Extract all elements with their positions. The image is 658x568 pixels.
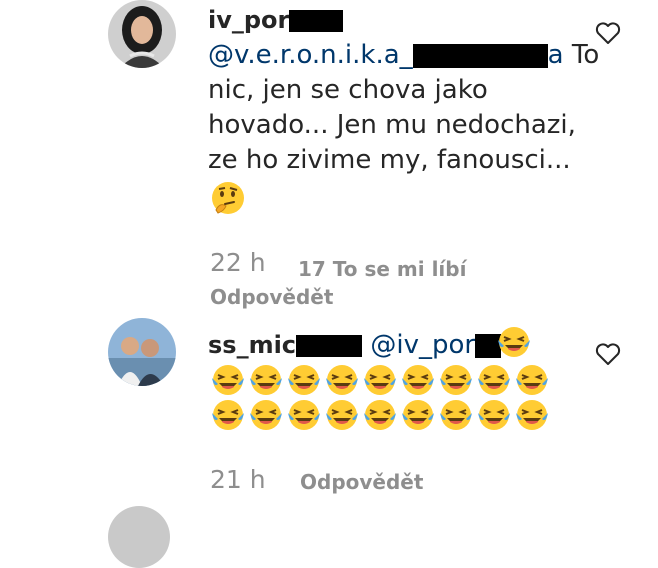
laughing-tears-emoji xyxy=(478,400,510,430)
avatar[interactable] xyxy=(108,0,176,68)
comment-text: @v.e.r.o.n.i.k.a_ a To nic, jen se chova … xyxy=(208,38,599,178)
laughing-tears-emoji xyxy=(498,327,530,357)
comment-likes[interactable]: 17 To se mi líbí xyxy=(298,253,466,282)
laughing-tears-emoji xyxy=(440,365,472,395)
redaction-bar xyxy=(412,43,548,68)
comment-username[interactable]: iv_por xyxy=(208,6,344,34)
redaction-bar xyxy=(296,335,363,357)
heart-icon[interactable] xyxy=(595,342,621,366)
laughing-tears-emoji xyxy=(440,400,472,430)
mention-link[interactable]: @v.e.r.o.n.i.k.a_ a xyxy=(208,40,564,70)
mention-link[interactable]: @iv_porr xyxy=(370,330,511,360)
comment-text-line: ze ho zivime my, fanousci... xyxy=(208,145,571,175)
reply-button[interactable]: Odpovědět xyxy=(300,470,423,494)
laughing-tears-emoji xyxy=(516,365,548,395)
laughing-tears-emoji xyxy=(250,400,282,430)
comment-text-line: nic, jen se chova jako xyxy=(208,75,488,105)
laughing-tears-emoji xyxy=(364,365,396,395)
laughing-tears-emoji xyxy=(402,365,434,395)
laughing-tears-emoji xyxy=(288,365,320,395)
emoji-row xyxy=(210,397,550,433)
avatar[interactable] xyxy=(108,506,170,568)
emoji-row xyxy=(210,362,550,398)
comment-time: 22 h xyxy=(210,248,266,277)
laughing-tears-emoji xyxy=(326,365,358,395)
avatar[interactable] xyxy=(108,318,176,386)
laughing-tears-emoji xyxy=(212,365,244,395)
laughing-tears-emoji xyxy=(250,365,282,395)
laughing-tears-emoji xyxy=(496,324,532,364)
laughing-tears-emoji xyxy=(288,400,320,430)
redaction-bar xyxy=(289,10,344,32)
comment-text-line: hovado... Jen mu nedochazi, xyxy=(208,110,576,140)
laughing-tears-emoji xyxy=(402,400,434,430)
reply-button[interactable]: Odpovědět xyxy=(210,285,333,309)
laughing-tears-emoji xyxy=(326,400,358,430)
comment-username[interactable]: ss_mic @iv_porr xyxy=(208,330,512,360)
laughing-tears-emoji xyxy=(364,400,396,430)
laughing-tears-emoji xyxy=(516,400,548,430)
comment-time: 21 h xyxy=(210,465,266,494)
laughing-tears-emoji xyxy=(478,365,510,395)
laughing-tears-emoji xyxy=(212,400,244,430)
thinking-face-emoji xyxy=(212,182,244,214)
